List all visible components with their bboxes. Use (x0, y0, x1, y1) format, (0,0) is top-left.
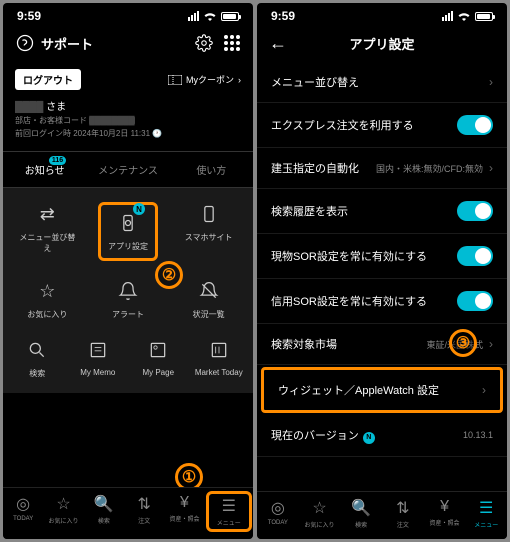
user-section: ログアウト Myクーポン › ████ さま 部店・お客様コード ███████… (3, 61, 253, 151)
user-code: 部店・お客様コード ████████ (15, 115, 241, 126)
nav-order[interactable]: ⇅注文 (382, 498, 424, 529)
nav-today[interactable]: ◎TODAY (257, 498, 299, 529)
support-icon (15, 33, 35, 53)
bottom-nav: ◎TODAY ☆お気に入り 🔍検索 ⇅注文 ¥資産・照会 ☰メニュー (3, 487, 253, 539)
grid-reorder[interactable]: ⇄メニュー並び替え (17, 202, 77, 261)
header: サポート (3, 25, 253, 61)
toggle-express[interactable] (457, 115, 493, 135)
grid-market[interactable]: Market Today (189, 338, 249, 379)
menu-grid: ⇄メニュー並び替え Nアプリ設定 スマホサイト ☆お気に入り アラート 状況一覧… (3, 188, 253, 393)
item-version: 現在のバージョンN10.13.1 (257, 415, 507, 457)
nav-favorite[interactable]: ☆お気に入り (43, 494, 83, 529)
grid-mymemo[interactable]: My Memo (68, 338, 128, 379)
gear-icon[interactable] (195, 34, 213, 52)
status-time: 9:59 (271, 9, 295, 23)
battery-icon (221, 12, 239, 21)
grid-status[interactable]: 状況一覧 (179, 279, 239, 320)
phone-left: 9:59 サポート ログアウト Myクーポン › ████ さま 部店・お客様コ… (3, 3, 253, 539)
status-indicators (442, 11, 493, 21)
nav-favorite[interactable]: ☆お気に入り (299, 498, 341, 529)
back-button[interactable]: ← (269, 33, 287, 54)
status-indicators (188, 11, 239, 21)
callout-3: ③ (449, 329, 477, 357)
nav-order[interactable]: ⇅注文 (124, 494, 164, 529)
app-grid-icon[interactable] (223, 34, 241, 52)
item-history[interactable]: 検索履歴を表示 (257, 189, 507, 234)
nav-menu[interactable]: ☰メニュー (206, 491, 252, 532)
toggle-history[interactable] (457, 201, 493, 221)
grid-app-settings[interactable]: Nアプリ設定 (98, 202, 158, 261)
grid-search[interactable]: 検索 (7, 338, 67, 379)
nav-search[interactable]: 🔍検索 (84, 494, 124, 529)
tab-usage[interactable]: 使い方 (170, 152, 253, 187)
item-express[interactable]: エクスプレス注文を利用する (257, 103, 507, 148)
phone-right: 9:59 ← アプリ設定 メニュー並び替え› エクスプレス注文を利用する 建玉指… (257, 3, 507, 539)
tab-notice[interactable]: お知らせ116 (3, 152, 86, 187)
last-login: 前回ログイン時 2024年10月2日 11:31 🕐 (15, 128, 241, 139)
battery-icon (475, 12, 493, 21)
nav-search[interactable]: 🔍検索 (340, 498, 382, 529)
user-name: ████ さま (15, 98, 241, 113)
header-title: サポート (41, 34, 93, 53)
status-time: 9:59 (17, 9, 41, 23)
item-reorder[interactable]: メニュー並び替え› (257, 62, 507, 103)
nav-menu[interactable]: ☰メニュー (465, 498, 507, 529)
status-bar: 9:59 (257, 3, 507, 25)
page-title: アプリ設定 (349, 34, 414, 53)
grid-alert[interactable]: アラート (98, 279, 158, 320)
tab-maintenance[interactable]: メンテナンス (86, 152, 169, 187)
toggle-sor-margin[interactable] (457, 291, 493, 311)
bottom-nav: ◎TODAY ☆お気に入り 🔍検索 ⇅注文 ¥資産・照会 ☰メニュー (257, 491, 507, 539)
item-sor-margin[interactable]: 信用SOR設定を常に有効にする (257, 279, 507, 324)
coupon-link[interactable]: Myクーポン › (168, 73, 241, 86)
grid-favorite[interactable]: ☆お気に入り (17, 279, 77, 320)
item-tatedama[interactable]: 建玉指定の自動化国内・米株:無効/CFD:無効› (257, 148, 507, 189)
item-widget[interactable]: ウィジェット／AppleWatch 設定› (261, 367, 503, 413)
logout-button[interactable]: ログアウト (15, 69, 81, 90)
grid-smartphone[interactable]: スマホサイト (179, 202, 239, 261)
nav-balance[interactable]: ¥資産・照会 (164, 494, 204, 529)
grid-mypage[interactable]: My Page (128, 338, 188, 379)
status-bar: 9:59 (3, 3, 253, 25)
nav-today[interactable]: ◎TODAY (3, 494, 43, 529)
header: ← アプリ設定 (257, 25, 507, 62)
toggle-sor-spot[interactable] (457, 246, 493, 266)
callout-2: ② (155, 261, 183, 289)
settings-list: メニュー並び替え› エクスプレス注文を利用する 建玉指定の自動化国内・米株:無効… (257, 62, 507, 457)
tabs: お知らせ116 メンテナンス 使い方 (3, 151, 253, 188)
item-sor-spot[interactable]: 現物SOR設定を常に有効にする (257, 234, 507, 279)
nav-balance[interactable]: ¥資産・照会 (424, 498, 466, 529)
